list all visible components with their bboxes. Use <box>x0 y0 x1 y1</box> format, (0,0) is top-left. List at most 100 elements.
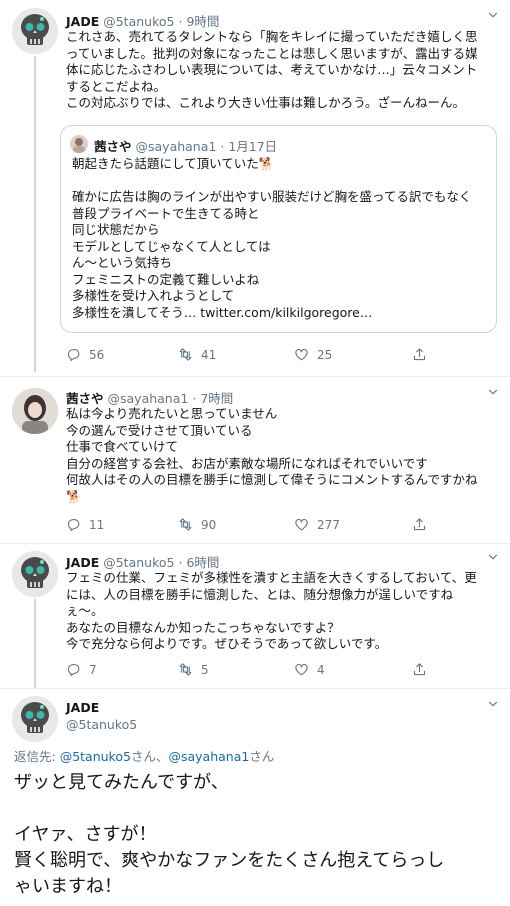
tweet-header: 茜さや @sayahana1 · 7時間 <box>66 388 233 407</box>
share-icon <box>412 347 427 362</box>
tweet-3[interactable]: JADE @5tanuko5 · 6時間 フェミの仕業、フェミが多様性を潰すと主… <box>0 544 510 688</box>
retweet-count: 90 <box>201 517 217 532</box>
text-segment: 多様性を潰してそう… <box>72 304 197 320</box>
share-button[interactable] <box>412 662 427 677</box>
user-handle[interactable]: @5tanuko5 <box>103 14 174 29</box>
text-line: するとこだよね。 <box>66 78 167 94</box>
retweet-icon <box>178 347 193 362</box>
text-line: には、人の目標を勝手に憶測した、とは、随分想像力が逞しいですね <box>66 586 454 602</box>
retweet-icon <box>178 662 193 677</box>
like-button[interactable]: 4 <box>294 662 325 677</box>
text-line <box>72 173 492 190</box>
retweet-count: 5 <box>201 662 209 677</box>
quoted-link[interactable]: twitter.com/kilkilgoregore… <box>200 305 372 320</box>
text-line: 確かに広告は胸のラインが出やすい服装だけど胸を盛ってる訳でもなく <box>72 189 472 204</box>
quoted-tweet[interactable]: 茜さや @sayahana1 · 1月17日 朝起きたら話題にして頂いていた🐕 … <box>60 125 497 333</box>
text-line: モデルとしてじゃなくて人としては <box>72 238 271 254</box>
retweet-button[interactable]: 5 <box>178 662 209 677</box>
display-name[interactable]: JADE <box>66 700 99 715</box>
tweet-text: フェミの仕業、フェミが多様性を潰すと主語を大きくするしておいて、更 には、人の目… <box>66 570 501 653</box>
reply-button[interactable]: 56 <box>66 347 104 362</box>
like-count: 277 <box>317 517 340 532</box>
text-line: っていました。批判の対象になったことは悲しく思いますが、露出する媒 <box>66 45 478 61</box>
user-handle[interactable]: @sayahana1 <box>108 391 189 406</box>
text-line: フェミニストの定義て難しいよね <box>72 271 260 287</box>
quoted-user-handle: @sayahana1 <box>135 139 217 154</box>
text-line: 仕事で食べていけて <box>66 439 179 454</box>
tweet-text-line: 賢く聡明で、爽やかなファンをたくさん抱えてらっし <box>14 850 445 871</box>
timestamp[interactable]: 7時間 <box>200 391 233 406</box>
retweet-button[interactable]: 90 <box>178 517 216 532</box>
tweet-text: 私は今より売れたいと思っていません 今の選んで受けさせて頂いている 仕事で食べて… <box>66 406 501 505</box>
tweet-header: JADE @5tanuko5 · 9時間 <box>66 11 219 30</box>
replying-to: 返信先: @5tanuko5さん、@sayahana1さん <box>14 746 274 765</box>
reply-separator: さん、 <box>130 749 169 764</box>
share-icon <box>412 517 427 532</box>
text-line: 私は今より売れたいと思っていません <box>66 406 278 421</box>
tweet-header: JADE @5tanuko5 · 6時間 <box>66 552 219 571</box>
more-options-icon[interactable] <box>486 385 500 403</box>
text-line: ん〜という気持ち <box>72 255 173 270</box>
tweet-text-line: イヤァ、さすが！ <box>14 824 157 845</box>
reply-count: 11 <box>89 517 105 532</box>
quoted-avatar[interactable] <box>70 135 88 153</box>
tweet-text-line: ザッと見てみたんですが、 <box>14 772 229 793</box>
quoted-header: 茜さや @sayahana1 · 1月17日 <box>94 136 277 155</box>
quoted-display-name: 茜さや <box>94 139 132 154</box>
share-icon <box>412 662 427 677</box>
like-button[interactable]: 25 <box>294 347 332 362</box>
avatar[interactable] <box>12 696 58 742</box>
separator-dot: · <box>220 139 225 154</box>
text-line: 同じ状態だから <box>72 222 160 237</box>
reply-mention-link[interactable]: @sayahana1 <box>168 749 249 764</box>
text-line: ぇ〜。 <box>66 603 104 618</box>
share-button[interactable] <box>412 517 427 532</box>
text-line: 何故人はその人の目標を勝手に憶測して偉そうにコメントするんですかね <box>66 472 478 487</box>
avatar[interactable] <box>12 8 58 54</box>
more-options-icon[interactable] <box>486 8 500 26</box>
display-name[interactable]: JADE <box>66 555 99 570</box>
tweet-actions: 11 90 277 <box>66 517 486 535</box>
retweet-button[interactable]: 41 <box>178 347 216 362</box>
text-line-with-link: 多様性を潰してそう… twitter.com/kilkilgoregore… <box>72 305 492 322</box>
reply-button[interactable]: 11 <box>66 517 104 532</box>
thread-line <box>34 56 36 372</box>
reply-icon <box>66 662 81 677</box>
display-name[interactable]: 茜さや <box>66 391 104 406</box>
text-line: 今で充分なら何よりです。ぜひそうであって欲しいです。 <box>66 636 388 651</box>
more-options-icon[interactable] <box>486 550 500 568</box>
avatar[interactable] <box>12 551 58 597</box>
reply-suffix: さん <box>249 749 275 764</box>
tweet-1[interactable]: JADE @5tanuko5 · 9時間 これさあ、売れてるタレントなら「胸をキ… <box>0 0 510 372</box>
reply-count: 56 <box>89 347 105 362</box>
reply-icon <box>66 347 81 362</box>
separator-dot: · <box>178 14 183 29</box>
thread-line <box>34 599 36 688</box>
share-button[interactable] <box>412 347 427 362</box>
text-line: 🐕 <box>66 488 82 504</box>
text-line: この対応ぶりでは、これより大きい仕事は難しかろう。ざーんねーん。 <box>66 95 466 110</box>
text-line: あなたの目標なんか知ったこっちゃないですよ？ <box>66 619 340 635</box>
avatar[interactable] <box>12 388 58 434</box>
text-line: 自分の経営する会社、お店が素敵な場所になればそれでいいです <box>66 455 428 471</box>
text-line: 今の選んで受けさせて頂いている <box>66 422 253 438</box>
quoted-timestamp: 1月17日 <box>228 139 278 154</box>
like-button[interactable]: 277 <box>294 517 340 532</box>
handle-block: @5tanuko5 <box>66 717 137 732</box>
reply-button[interactable]: 7 <box>66 662 97 677</box>
text-line: 多様性を受け入れようとして <box>72 288 235 303</box>
tweet-actions: 56 41 25 <box>66 347 486 365</box>
tweet-2[interactable]: 茜さや @sayahana1 · 7時間 私は今より売れたいと思っていません 今… <box>0 377 510 543</box>
like-icon <box>294 517 309 532</box>
more-options-icon[interactable] <box>486 697 500 715</box>
reply-count: 7 <box>89 662 97 677</box>
reply-mention-link[interactable]: @5tanuko5 <box>60 749 131 764</box>
timestamp[interactable]: 9時間 <box>186 14 219 29</box>
reply-icon <box>66 517 81 532</box>
timestamp[interactable]: 6時間 <box>186 555 219 570</box>
separator-dot: · <box>178 555 183 570</box>
user-handle[interactable]: @5tanuko5 <box>103 555 174 570</box>
separator-dot: · <box>192 391 197 406</box>
display-name[interactable]: JADE <box>66 14 99 29</box>
user-handle[interactable]: @5tanuko5 <box>66 717 137 732</box>
